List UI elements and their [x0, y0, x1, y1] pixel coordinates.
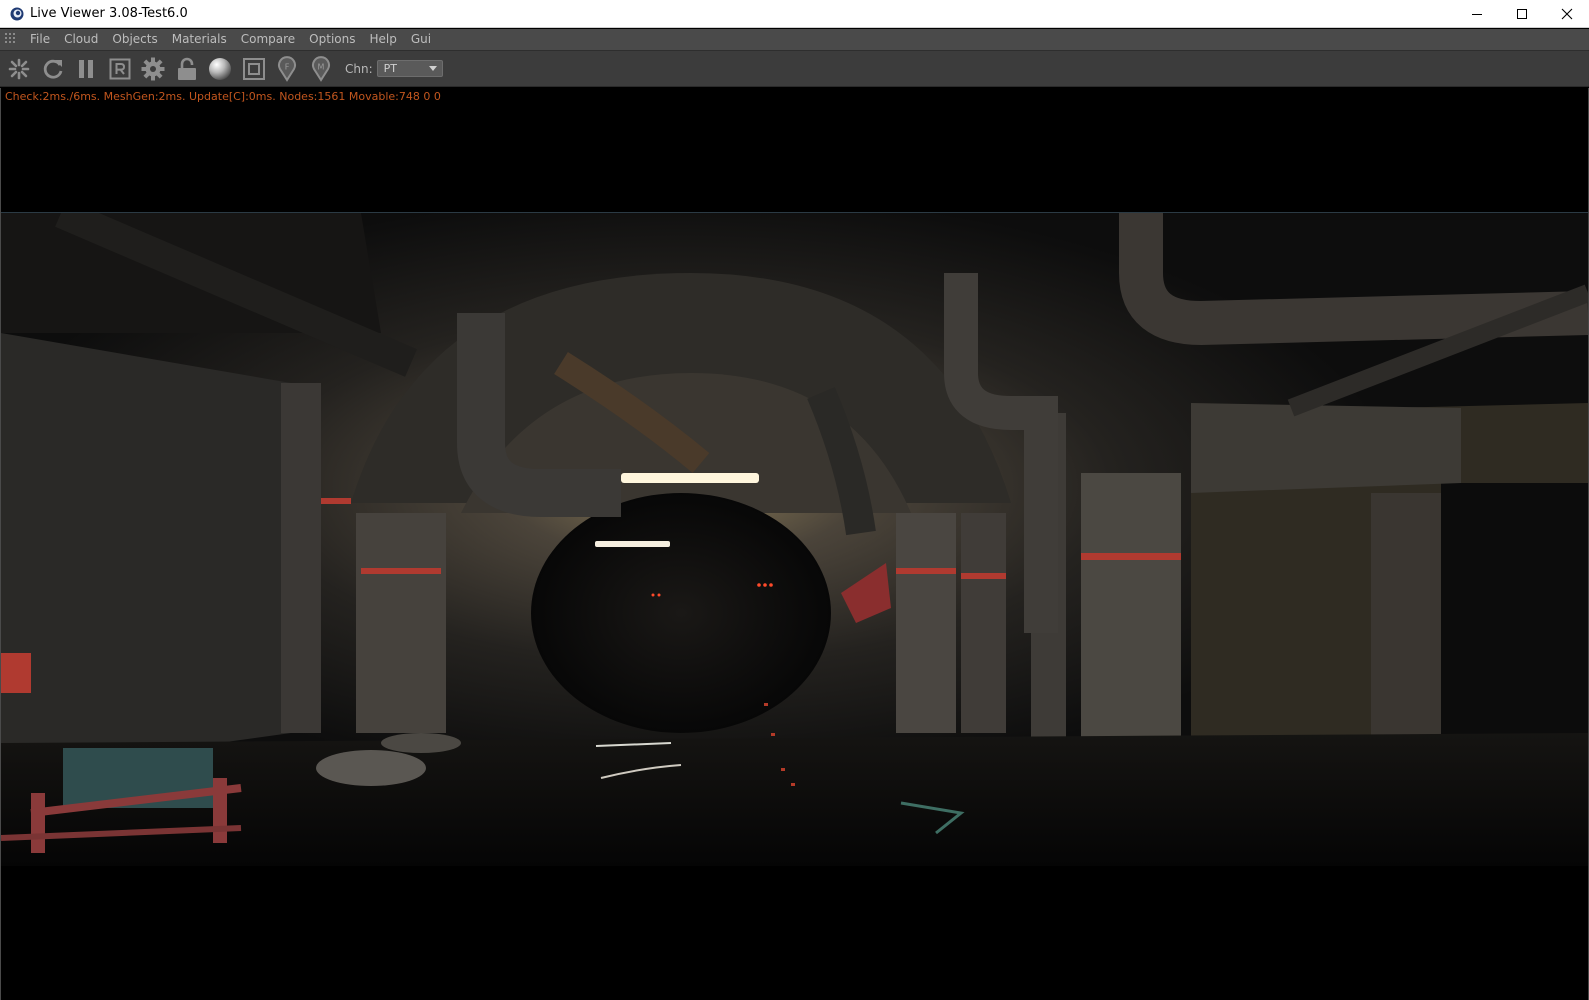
menu-compare[interactable]: Compare	[234, 29, 302, 50]
render-image[interactable]	[1, 212, 1588, 866]
svg-text:F: F	[285, 62, 290, 71]
film-frame-icon	[242, 57, 265, 80]
film-frame-button[interactable]	[239, 54, 269, 84]
menu-objects[interactable]: Objects	[105, 29, 164, 50]
maximize-icon	[1516, 9, 1527, 19]
material-pick-button[interactable]: M	[306, 54, 336, 84]
grip-icon[interactable]	[5, 33, 17, 46]
close-button[interactable]	[1544, 0, 1589, 28]
channel-value: PT	[383, 62, 397, 75]
window-title: Live Viewer 3.08-Test6.0	[30, 6, 188, 21]
material-preview-button[interactable]	[205, 54, 235, 84]
channel-label: Chn:	[345, 61, 373, 76]
render-viewport[interactable]: Check:2ms./6ms. MeshGen:2ms. Update[C]:0…	[0, 88, 1589, 1000]
menu-materials[interactable]: Materials	[165, 29, 234, 50]
focus-pin-icon: F	[278, 55, 296, 82]
menu-help[interactable]: Help	[362, 29, 403, 50]
menu-file[interactable]: File	[23, 29, 57, 50]
pause-button[interactable]	[71, 54, 101, 84]
camera-lock-icon	[8, 58, 30, 79]
sewer-tunnel-render	[1, 213, 1588, 866]
camera-lock-button[interactable]	[4, 54, 34, 84]
toolbar: F M Chn: PT	[0, 50, 1589, 87]
menu-gui[interactable]: Gui	[404, 29, 438, 50]
refresh-icon	[43, 59, 62, 79]
render-stats: Check:2ms./6ms. MeshGen:2ms. Update[C]:0…	[5, 90, 441, 103]
chevron-down-icon	[428, 66, 437, 71]
pause-icon	[79, 59, 93, 78]
close-icon	[1561, 8, 1572, 20]
settings-gear-icon	[141, 57, 165, 80]
menu-cloud[interactable]: Cloud	[57, 29, 105, 50]
focus-pick-button[interactable]: F	[272, 54, 302, 84]
title-bar: Live Viewer 3.08-Test6.0	[0, 0, 1589, 28]
refresh-button[interactable]	[38, 54, 68, 84]
minimize-icon	[1471, 14, 1482, 15]
channel-dropdown[interactable]: PT	[376, 60, 443, 77]
material-sphere-icon	[209, 57, 231, 80]
app-logo-icon	[10, 7, 24, 20]
region-render-button[interactable]	[105, 54, 135, 84]
window-controls	[1454, 0, 1589, 28]
menu-options[interactable]: Options	[302, 29, 362, 50]
menu-bar: File Cloud Objects Materials Compare Opt…	[0, 29, 1589, 50]
lock-open-icon	[177, 57, 196, 80]
material-pin-icon: M	[311, 55, 330, 82]
lock-button[interactable]	[172, 54, 202, 84]
minimize-button[interactable]	[1454, 0, 1499, 28]
region-render-icon	[109, 58, 130, 79]
svg-text:M: M	[317, 62, 324, 71]
maximize-button[interactable]	[1499, 0, 1544, 28]
settings-button[interactable]	[138, 54, 168, 84]
